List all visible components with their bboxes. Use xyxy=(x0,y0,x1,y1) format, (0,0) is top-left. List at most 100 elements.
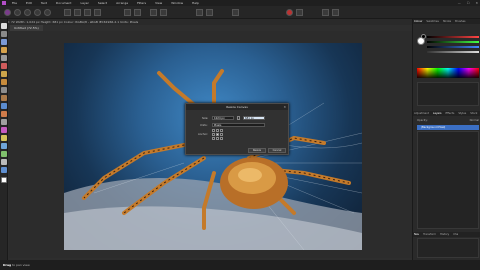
navigator-panel-tabs: Nav Transform History Cha xyxy=(413,232,480,237)
app-window: File Edit Text Document Layer Select Arr… xyxy=(0,0,480,270)
anchor-bottom-right[interactable] xyxy=(220,137,223,140)
menu-select[interactable]: Select xyxy=(98,1,107,5)
move-tool-icon[interactable] xyxy=(1,23,7,29)
blend-mode-select[interactable]: Normal xyxy=(470,118,479,123)
menu-file[interactable]: File xyxy=(12,1,17,5)
right-panel: Colour Swatches Stroke Brushes Adjustmen… xyxy=(412,19,480,260)
green-slider[interactable] xyxy=(427,41,479,43)
menu-help[interactable]: Help xyxy=(192,1,199,5)
units-select[interactable]: Pixels xyxy=(212,123,265,127)
red-slider[interactable] xyxy=(427,36,479,38)
liquify-persona-icon[interactable] xyxy=(14,9,21,16)
tab-adjustment[interactable]: Adjustment xyxy=(414,111,429,116)
crop-tool-icon[interactable] xyxy=(1,39,7,45)
units-label: Units: xyxy=(200,124,208,127)
link-icon[interactable] xyxy=(237,116,240,120)
gradient-tool-icon[interactable] xyxy=(1,127,7,133)
menu-document[interactable]: Document xyxy=(56,1,72,5)
dialog-close-icon[interactable]: ✕ xyxy=(283,104,286,110)
anchor-bottom-left[interactable] xyxy=(212,137,215,140)
align-icon[interactable] xyxy=(232,9,239,16)
dodge-brush-icon[interactable] xyxy=(1,95,7,101)
healing-brush-icon[interactable] xyxy=(1,111,7,117)
selection-brush-icon[interactable] xyxy=(1,47,7,53)
tab-transform[interactable]: Transform xyxy=(423,232,436,237)
tab-navigator[interactable]: Nav xyxy=(414,232,419,237)
anchor-middle-left[interactable] xyxy=(212,133,215,136)
auto-levels-icon[interactable] xyxy=(64,9,71,16)
order-back-icon[interactable] xyxy=(150,9,157,16)
grid-icon[interactable] xyxy=(296,9,303,16)
view-tool-icon[interactable] xyxy=(1,31,7,37)
opacity-slider[interactable] xyxy=(427,51,479,53)
record-macro-icon[interactable] xyxy=(286,9,293,16)
cancel-button[interactable]: Cancel xyxy=(268,148,286,153)
tab-brushes[interactable]: Brushes xyxy=(455,19,465,24)
erase-brush-icon[interactable] xyxy=(1,87,7,93)
settings-icon[interactable] xyxy=(332,9,339,16)
resize-canvas-dialog: Resize Canvas ✕ Size: 1024 px 681 px Uni… xyxy=(185,103,289,155)
resize-button[interactable]: Resize xyxy=(248,148,266,153)
anchor-top-right[interactable] xyxy=(220,129,223,132)
tab-history[interactable]: History xyxy=(440,232,449,237)
tab-stroke[interactable]: Stroke xyxy=(443,19,451,24)
anchor-middle-right[interactable] xyxy=(220,133,223,136)
menu-layer[interactable]: Layer xyxy=(80,1,88,5)
shape-tool-icon[interactable] xyxy=(1,151,7,157)
width-input[interactable]: 1024 px xyxy=(212,116,234,120)
view-mode-icon[interactable] xyxy=(322,9,329,16)
tab-colour[interactable]: Colour xyxy=(414,19,422,24)
color-picker-icon[interactable] xyxy=(1,167,7,173)
clone-brush-icon[interactable] xyxy=(1,103,7,109)
auto-colours-icon[interactable] xyxy=(84,9,91,16)
primary-color-swatch[interactable] xyxy=(1,177,7,183)
photo-persona-icon[interactable] xyxy=(4,9,11,16)
layer-row[interactable]: (Background Pixel) xyxy=(417,125,479,130)
stroke-color-well[interactable] xyxy=(421,34,426,39)
selection-mode-icon[interactable] xyxy=(134,9,141,16)
tab-layers[interactable]: Layers xyxy=(433,111,442,116)
layer-name: (Background Pixel) xyxy=(421,126,446,129)
tab-swatches[interactable]: Swatches xyxy=(426,19,438,24)
order-forward-icon[interactable] xyxy=(160,9,167,16)
menu-arrange[interactable]: Arrange xyxy=(116,1,128,5)
marquee-tool-icon[interactable] xyxy=(1,55,7,61)
anchor-grid xyxy=(212,129,224,141)
export-persona-icon[interactable] xyxy=(44,9,51,16)
anchor-top-center[interactable] xyxy=(216,129,219,132)
flood-select-icon[interactable] xyxy=(1,63,7,69)
anchor-bottom-center[interactable] xyxy=(216,137,219,140)
colour-extra-panel xyxy=(417,82,479,106)
snapping-icon[interactable] xyxy=(206,9,213,16)
tab-effects[interactable]: Effects xyxy=(446,111,455,116)
anchor-center[interactable] xyxy=(216,133,219,136)
opacity-label: Opacity: xyxy=(417,119,428,122)
height-input[interactable]: 681 px xyxy=(243,116,265,120)
assistant-icon[interactable] xyxy=(196,9,203,16)
blue-slider[interactable] xyxy=(427,46,479,48)
menu-filters[interactable]: Filters xyxy=(137,1,146,5)
tab-channels[interactable]: Cha xyxy=(453,232,458,237)
menu-edit[interactable]: Edit xyxy=(26,1,32,5)
fill-tool-icon[interactable] xyxy=(1,135,7,141)
colour-spectrum[interactable] xyxy=(417,68,479,78)
pixel-brush-icon[interactable] xyxy=(1,79,7,85)
auto-contrast-icon[interactable] xyxy=(74,9,81,16)
anchor-top-left[interactable] xyxy=(212,129,215,132)
tab-styles[interactable]: Styles xyxy=(458,111,466,116)
tab-stock[interactable]: Stock xyxy=(470,111,477,116)
menu-window[interactable]: Window xyxy=(171,1,183,5)
text-tool-icon[interactable] xyxy=(1,159,7,165)
auto-white-balance-icon[interactable] xyxy=(94,9,101,16)
develop-persona-icon[interactable] xyxy=(24,9,31,16)
layers-panel-tabs: Adjustment Layers Effects Styles Stock xyxy=(413,111,480,116)
quick-mask-icon[interactable] xyxy=(124,9,131,16)
menu-text[interactable]: Text xyxy=(41,1,47,5)
navigator-preview[interactable] xyxy=(417,238,479,258)
paint-brush-icon[interactable] xyxy=(1,71,7,77)
tone-map-persona-icon[interactable] xyxy=(34,9,41,16)
pen-tool-icon[interactable] xyxy=(1,143,7,149)
canvas-area[interactable]: Resize Canvas ✕ Size: 1024 px 681 px Uni… xyxy=(9,31,412,258)
menu-view[interactable]: View xyxy=(155,1,162,5)
smudge-brush-icon[interactable] xyxy=(1,119,7,125)
